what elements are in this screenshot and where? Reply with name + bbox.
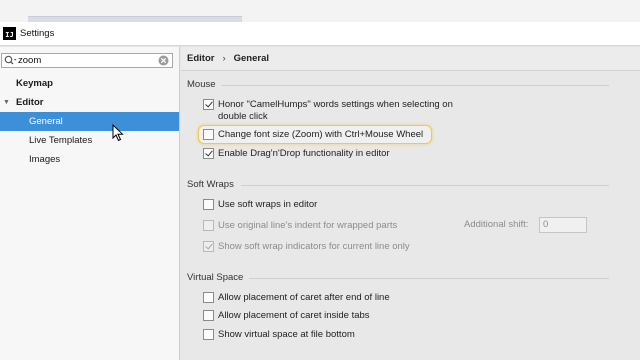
clear-search-icon[interactable] [158, 55, 169, 66]
section-divider [249, 278, 609, 279]
option-label: Change font size (Zoom) with Ctrl+Mouse … [218, 129, 424, 140]
breadcrumb: Editor › General [181, 47, 640, 71]
sidebar-item-label: Images [29, 154, 61, 165]
sidebar-item-label: Live Templates [29, 135, 93, 146]
option-virtual-space-file-bottom[interactable]: Show virtual space at file bottom [203, 329, 355, 341]
option-use-soft-wraps[interactable]: Use soft wraps in editor [203, 199, 317, 211]
breadcrumb-separator: › [222, 53, 226, 64]
checkbox-unchecked[interactable] [203, 129, 214, 140]
sidebar-item-editor[interactable]: ▼ Editor [0, 93, 179, 112]
window-title: Settings [20, 28, 55, 39]
section-title-label: Soft Wraps [187, 179, 234, 190]
option-change-font-size-zoom[interactable]: Change font size (Zoom) with Ctrl+Mouse … [203, 129, 423, 141]
option-label-line2: double click [218, 111, 268, 122]
sidebar-item-live-templates[interactable]: Live Templates [0, 131, 179, 150]
sidebar-item-general[interactable]: General [0, 112, 179, 131]
breadcrumb-current: General [233, 53, 270, 64]
checkbox-checked[interactable] [203, 241, 214, 252]
section-divider [221, 85, 609, 86]
section-title-virtual-space: Virtual Space [187, 272, 243, 283]
section-title-label: Virtual Space [187, 272, 244, 283]
option-label: Use soft wraps in editor [218, 199, 318, 210]
checkbox-unchecked[interactable] [203, 329, 214, 340]
search-icon[interactable] [2, 54, 18, 67]
section-title-mouse: Mouse [187, 79, 216, 90]
sidebar-item-keymap[interactable]: Keymap [0, 74, 179, 93]
breadcrumb-parent[interactable]: Editor [187, 53, 214, 64]
checkbox-checked[interactable] [203, 148, 214, 159]
section-divider [241, 185, 609, 186]
option-original-line-indent[interactable]: Use original line's indent for wrapped p… [203, 220, 397, 232]
option-label-line1: Honor "CamelHumps" words settings when s… [218, 99, 453, 110]
checkbox-unchecked[interactable] [203, 292, 214, 303]
option-honor-camelhumps[interactable]: Honor "CamelHumps" words settings when s… [203, 99, 453, 123]
checkbox-unchecked[interactable] [203, 199, 214, 210]
settings-sidebar: Keymap ▼ Editor General Live Templates I… [0, 47, 180, 360]
section-title-soft-wraps: Soft Wraps [187, 179, 234, 190]
sidebar-item-label: General [29, 116, 63, 127]
option-enable-drag-n-drop[interactable]: Enable Drag'n'Drop functionality in edit… [203, 148, 390, 160]
option-label: Honor "CamelHumps" words settings when s… [218, 99, 453, 123]
option-label: Show virtual space at file bottom [218, 329, 355, 340]
option-label: Show soft wrap indicators for current li… [218, 241, 410, 252]
checkbox-checked[interactable] [203, 99, 214, 110]
title-bar: IJ Settings [0, 22, 640, 46]
expand-arrow-icon[interactable]: ▼ [3, 99, 13, 106]
checkbox-unchecked[interactable] [203, 310, 214, 321]
sidebar-item-images[interactable]: Images [0, 150, 179, 169]
option-caret-inside-tabs[interactable]: Allow placement of caret inside tabs [203, 310, 370, 322]
sidebar-item-label: Editor [16, 97, 44, 108]
option-label: Enable Drag'n'Drop functionality in edit… [218, 148, 390, 159]
option-label: Use original line's indent for wrapped p… [218, 220, 398, 231]
window-top-strip [0, 0, 640, 22]
intellij-app-icon: IJ [3, 27, 16, 40]
sidebar-item-label: Keymap [16, 78, 53, 89]
section-title-label: Mouse [187, 79, 216, 90]
additional-shift-label: Additional shift: [464, 219, 529, 230]
option-label: Allow placement of caret inside tabs [218, 310, 370, 321]
settings-content: Editor › General Mouse Honor "CamelHumps… [181, 47, 640, 360]
search-input[interactable] [18, 55, 148, 66]
mouse-cursor-icon [112, 124, 124, 142]
search-box[interactable] [1, 53, 173, 68]
option-soft-wrap-indicators[interactable]: Show soft wrap indicators for current li… [203, 241, 410, 253]
option-label: Allow placement of caret after end of li… [218, 292, 390, 303]
checkbox-unchecked[interactable] [203, 220, 214, 231]
additional-shift-input[interactable]: 0 [539, 217, 587, 233]
option-caret-after-end-of-line[interactable]: Allow placement of caret after end of li… [203, 292, 390, 304]
